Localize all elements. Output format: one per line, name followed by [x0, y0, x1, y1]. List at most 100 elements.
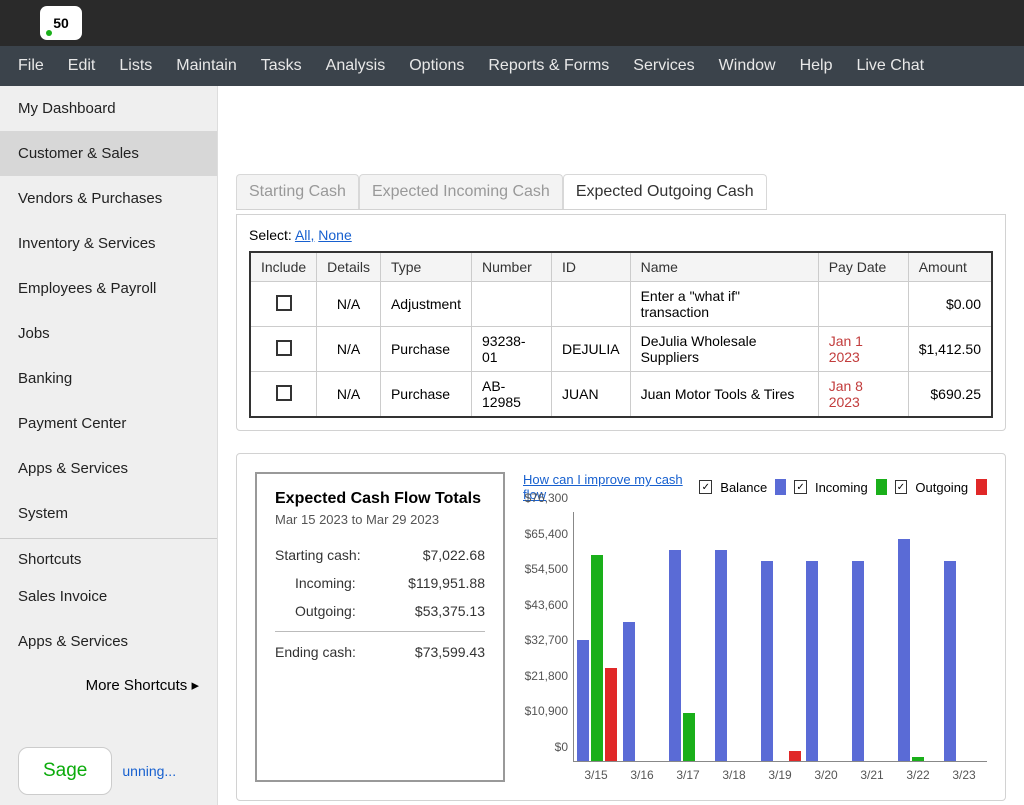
bar-balance	[761, 561, 773, 761]
legend-incoming-swatch	[876, 479, 887, 495]
tab-starting-cash[interactable]: Starting Cash	[236, 174, 359, 209]
shortcut-sales-invoice[interactable]: Sales Invoice	[0, 574, 217, 619]
bar-incoming	[591, 555, 603, 761]
x-axis-tick: 3/16	[619, 762, 665, 782]
legend-balance-checkbox[interactable]: ✓	[699, 480, 712, 494]
legend-outgoing-swatch	[976, 479, 987, 495]
bar-outgoing	[789, 751, 801, 761]
menu-tasks[interactable]: Tasks	[261, 57, 302, 75]
legend-incoming-checkbox[interactable]: ✓	[794, 480, 807, 494]
menu-help[interactable]: Help	[800, 57, 833, 75]
col-paydate: Pay Date	[818, 252, 908, 282]
bar-balance	[944, 561, 956, 761]
menu-reports-forms[interactable]: Reports & Forms	[488, 57, 609, 75]
cell-type: Purchase	[380, 327, 471, 372]
bar-incoming	[683, 713, 695, 761]
ending-cash-value: $73,599.43	[415, 644, 485, 660]
tab-expected-outgoing-cash[interactable]: Expected Outgoing Cash	[563, 174, 767, 209]
y-axis-tick: $43,600	[518, 598, 568, 612]
col-id: ID	[552, 252, 631, 282]
shortcuts-heading: Shortcuts	[0, 541, 217, 574]
sidebar-item-inventory-services[interactable]: Inventory & Services	[0, 221, 217, 266]
menu-maintain[interactable]: Maintain	[176, 57, 236, 75]
menu-edit[interactable]: Edit	[68, 57, 96, 75]
y-axis-tick: $21,800	[518, 669, 568, 683]
y-axis-tick: $0	[518, 740, 568, 754]
cell-id	[552, 282, 631, 327]
table-row: N/APurchase93238-01DEJULIADeJulia Wholes…	[250, 327, 992, 372]
menu-live-chat[interactable]: Live Chat	[856, 57, 924, 75]
tab-expected-incoming-cash[interactable]: Expected Incoming Cash	[359, 174, 563, 209]
y-axis-tick: $10,900	[518, 704, 568, 718]
y-axis-tick: $32,700	[518, 633, 568, 647]
col-amount: Amount	[908, 252, 992, 282]
sidebar-item-vendors-purchases[interactable]: Vendors & Purchases	[0, 176, 217, 221]
app-logo-badge: 50	[40, 6, 82, 40]
bar-outgoing	[605, 668, 617, 761]
outgoing-cash-panel: Select: All, None Include Details Type N…	[236, 214, 1006, 431]
cell-number	[472, 282, 552, 327]
include-checkbox[interactable]	[276, 295, 292, 311]
cell-paydate	[818, 282, 908, 327]
x-axis-tick: 3/23	[941, 762, 987, 782]
bar-incoming	[912, 757, 924, 761]
select-all-link[interactable]: All,	[295, 227, 314, 243]
bar-balance	[806, 561, 818, 761]
bar-group	[803, 512, 849, 761]
cell-details: N/A	[317, 372, 381, 418]
more-shortcuts-link[interactable]: More Shortcuts ▸	[0, 664, 217, 706]
chart-legend: How can I improve my cash flow ✓ Balance…	[523, 472, 987, 502]
menu-file[interactable]: File	[18, 57, 44, 75]
bar-balance	[715, 550, 727, 761]
totals-date-range: Mar 15 2023 to Mar 29 2023	[275, 512, 485, 527]
cell-amount: $690.25	[908, 372, 992, 418]
sidebar-item-system[interactable]: System	[0, 491, 217, 536]
bar-group	[941, 512, 987, 761]
y-axis-tick: $65,400	[518, 527, 568, 541]
include-checkbox[interactable]	[276, 340, 292, 356]
x-axis-tick: 3/17	[665, 762, 711, 782]
menu-services[interactable]: Services	[633, 57, 694, 75]
table-row: N/AAdjustmentEnter a "what if" transacti…	[250, 282, 992, 327]
x-axis-tick: 3/19	[757, 762, 803, 782]
sidebar-item-apps-services[interactable]: Apps & Services	[0, 446, 217, 491]
outgoing-value: $53,375.13	[415, 603, 485, 619]
menu-options[interactable]: Options	[409, 57, 464, 75]
expected-cash-flow-totals-card: Expected Cash Flow Totals Mar 15 2023 to…	[255, 472, 505, 782]
cell-type: Purchase	[380, 372, 471, 418]
bar-group	[895, 512, 941, 761]
menu-lists[interactable]: Lists	[119, 57, 152, 75]
starting-cash-label: Starting cash:	[275, 547, 361, 563]
cash-flow-tabs: Starting Cash Expected Incoming Cash Exp…	[236, 174, 767, 210]
cell-amount: $0.00	[908, 282, 992, 327]
menu-window[interactable]: Window	[719, 57, 776, 75]
col-include: Include	[250, 252, 317, 282]
bar-group	[712, 512, 758, 761]
x-axis-tick: 3/18	[711, 762, 757, 782]
sidebar-item-jobs[interactable]: Jobs	[0, 311, 217, 356]
legend-outgoing-checkbox[interactable]: ✓	[895, 480, 908, 494]
outgoing-transactions-table: Include Details Type Number ID Name Pay …	[249, 251, 993, 418]
sidebar-item-my-dashboard[interactable]: My Dashboard	[0, 86, 217, 131]
cell-details: N/A	[317, 282, 381, 327]
sidebar-item-payment-center[interactable]: Payment Center	[0, 401, 217, 446]
sidebar-item-banking[interactable]: Banking	[0, 356, 217, 401]
bar-balance	[669, 550, 681, 761]
cell-number: AB-12985	[472, 372, 552, 418]
include-checkbox[interactable]	[276, 385, 292, 401]
col-number: Number	[472, 252, 552, 282]
bar-balance	[852, 561, 864, 761]
x-axis-tick: 3/20	[803, 762, 849, 782]
select-none-link[interactable]: None	[318, 227, 351, 243]
sidebar-item-customer-sales[interactable]: Customer & Sales	[0, 131, 217, 176]
shortcut-apps-services[interactable]: Apps & Services	[0, 619, 217, 664]
brand-logo: Sage	[18, 747, 112, 795]
menu-analysis[interactable]: Analysis	[326, 57, 386, 75]
x-axis-tick: 3/21	[849, 762, 895, 782]
bar-group	[574, 512, 620, 761]
incoming-value: $119,951.88	[408, 575, 485, 591]
sidebar-item-employees-payroll[interactable]: Employees & Payroll	[0, 266, 217, 311]
legend-balance-swatch	[775, 479, 786, 495]
bar-group	[849, 512, 895, 761]
bar-balance	[577, 640, 589, 761]
